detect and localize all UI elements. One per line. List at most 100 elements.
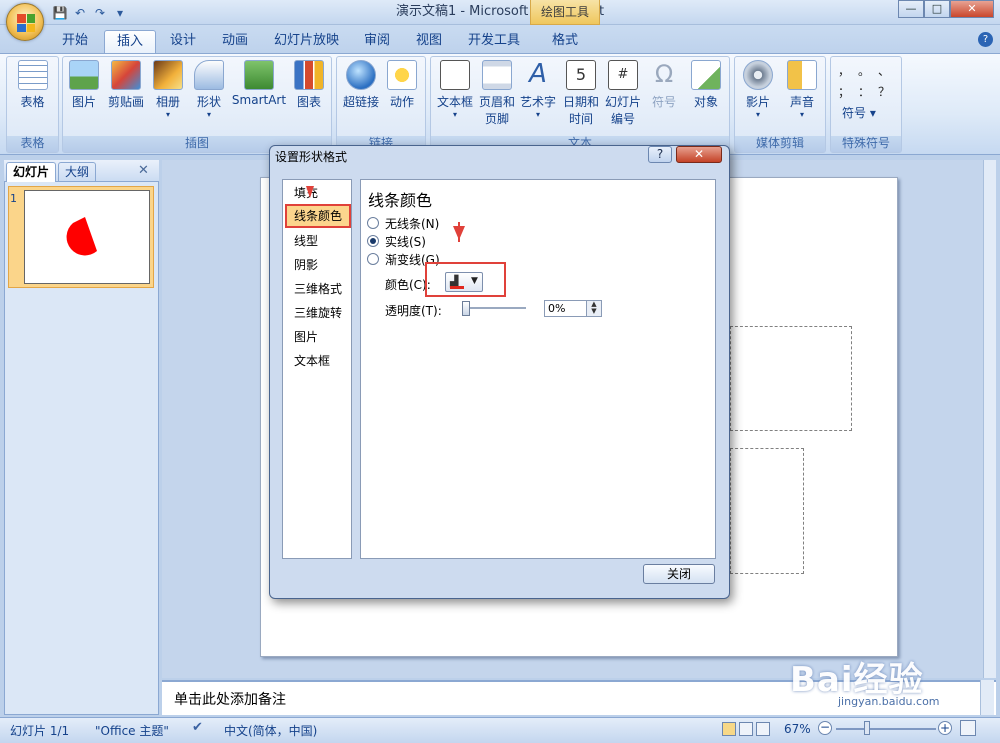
chart-button[interactable]: 图表: [290, 60, 328, 132]
save-icon[interactable]: 💾: [52, 5, 68, 21]
nav-line-color[interactable]: 线条颜色: [294, 206, 342, 226]
nav-shadow[interactable]: 阴影: [294, 255, 318, 275]
dialog-close-text-button[interactable]: 关闭: [643, 564, 715, 584]
symbol-period[interactable]: 。: [858, 62, 878, 79]
group-label-media: 媒体剪辑: [735, 136, 825, 152]
radio-no-line[interactable]: [367, 217, 379, 229]
color-picker-button[interactable]: ▟ ▼: [445, 272, 483, 292]
zoom-out-icon[interactable]: −: [818, 721, 832, 735]
action-button[interactable]: 动作: [384, 60, 420, 132]
smartart-icon: [244, 60, 274, 90]
symbol-enum-comma[interactable]: 、: [878, 62, 898, 79]
clipart-button[interactable]: 剪贴画: [104, 60, 148, 132]
vertical-scrollbar[interactable]: [983, 160, 996, 678]
header-footer-button-label: 页眉和页脚: [478, 95, 515, 126]
office-button[interactable]: [6, 3, 44, 41]
wordart-button[interactable]: A 艺术字 ▾: [518, 60, 558, 132]
nav-3d-rotation[interactable]: 三维旋转: [294, 303, 342, 323]
status-language: 中文(简体，中国): [224, 724, 318, 738]
shapes-button-label: 形状: [196, 95, 221, 109]
dialog-close-button[interactable]: ✕: [676, 146, 722, 163]
radio-gradient-line[interactable]: [367, 253, 379, 265]
radio-solid-line[interactable]: [367, 235, 379, 247]
table-icon: [17, 60, 48, 90]
dialog-help-button[interactable]: ?: [648, 146, 672, 163]
undo-icon[interactable]: ↶: [72, 5, 88, 21]
transparency-slider[interactable]: [462, 307, 526, 309]
view-buttons: [722, 722, 770, 736]
textbox-button-label: 文本框: [436, 95, 473, 109]
textbox-button[interactable]: 文本框 ▾: [434, 60, 476, 132]
sound-button[interactable]: 声音 ▾: [782, 60, 822, 132]
photo-album-button[interactable]: 相册 ▾: [150, 60, 186, 132]
zoom-level[interactable]: 67%: [784, 722, 811, 736]
notes-scrollbar[interactable]: [980, 680, 994, 715]
tab-developer[interactable]: 开发工具: [456, 30, 532, 53]
symbol-colon[interactable]: ：: [858, 83, 878, 100]
symbol-question[interactable]: ？: [878, 83, 898, 100]
tab-slideshow[interactable]: 幻灯片放映: [262, 30, 351, 53]
transparency-spinner[interactable]: ▲ ▼: [586, 301, 601, 316]
normal-view-icon[interactable]: [722, 722, 736, 736]
slide-number-button[interactable]: # 幻灯片编号: [602, 60, 644, 132]
baidu-watermark: Bai经验: [790, 660, 924, 700]
slideshow-view-icon[interactable]: [756, 722, 770, 736]
tab-design[interactable]: 设计: [158, 30, 208, 53]
office-logo-icon: [17, 14, 35, 32]
color-label: 颜色(C):: [385, 278, 431, 292]
zoom-slider[interactable]: [836, 728, 936, 730]
status-theme: "Office 主题": [95, 724, 169, 738]
title-placeholder[interactable]: [730, 326, 852, 431]
hyperlink-button-label: 超链接: [342, 95, 379, 109]
slide-number-label: 1: [10, 192, 17, 205]
notes-placeholder: 单击此处添加备注: [174, 692, 286, 708]
redo-icon[interactable]: ↷: [92, 5, 108, 21]
wordart-icon: A: [529, 59, 547, 89]
dropdown-arrow-icon: ▾: [206, 110, 211, 119]
object-button[interactable]: 对象: [686, 60, 726, 132]
customize-qat-icon[interactable]: ▾: [112, 5, 128, 21]
nav-text-box[interactable]: 文本框: [294, 351, 330, 371]
transparency-slider-thumb[interactable]: [462, 301, 470, 316]
symbol-button[interactable]: Ω 符号: [646, 60, 682, 132]
zoom-in-icon[interactable]: +: [938, 721, 952, 735]
tab-insert[interactable]: 插入: [104, 30, 157, 53]
help-icon[interactable]: ?: [978, 32, 993, 47]
close-window-button[interactable]: ✕: [950, 0, 994, 18]
shapes-icon: [194, 60, 224, 90]
slide-sorter-icon[interactable]: [739, 722, 753, 736]
movie-button[interactable]: 影片 ▾: [738, 60, 778, 132]
action-star-icon: [387, 60, 417, 90]
hyperlink-button[interactable]: 超链接: [340, 60, 382, 132]
transparency-label: 透明度(T):: [385, 304, 442, 318]
zoom-slider-thumb[interactable]: [864, 721, 870, 735]
fit-to-window-icon[interactable]: [960, 720, 976, 736]
tab-format[interactable]: 格式: [540, 30, 590, 53]
special-symbol-button[interactable]: 符号 ▾: [842, 104, 876, 121]
symbol-semicolon[interactable]: ；: [838, 83, 858, 100]
spellcheck-icon[interactable]: ✔: [192, 720, 203, 735]
shapes-button[interactable]: 形状 ▾: [190, 60, 228, 132]
header-footer-button[interactable]: 页眉和页脚: [476, 60, 518, 132]
slide-thumbnail[interactable]: [24, 190, 150, 284]
nav-3d-format[interactable]: 三维格式: [294, 279, 342, 299]
minimize-button[interactable]: —: [898, 0, 924, 18]
symbol-comma[interactable]: ，: [838, 62, 858, 79]
clipart-button-label: 剪贴画: [107, 95, 144, 109]
tab-slides[interactable]: 幻灯片: [6, 162, 57, 182]
tab-animations[interactable]: 动画: [210, 30, 260, 53]
tab-view[interactable]: 视图: [404, 30, 454, 53]
smartart-button[interactable]: SmartArt: [230, 60, 288, 132]
date-time-button[interactable]: 5 日期和时间: [560, 60, 602, 132]
maximize-button[interactable]: □: [924, 0, 950, 18]
table-button[interactable]: 表格: [10, 60, 55, 132]
tab-outline[interactable]: 大纲: [58, 162, 97, 182]
picture-button[interactable]: 图片: [66, 60, 102, 132]
close-pane-icon[interactable]: ✕: [138, 163, 149, 178]
subtitle-placeholder[interactable]: [730, 448, 804, 574]
tab-home[interactable]: 开始: [50, 30, 100, 53]
tab-review[interactable]: 审阅: [352, 30, 402, 53]
nav-picture[interactable]: 图片: [294, 327, 318, 347]
table-button-label: 表格: [20, 95, 45, 109]
nav-line-style[interactable]: 线型: [294, 231, 318, 251]
